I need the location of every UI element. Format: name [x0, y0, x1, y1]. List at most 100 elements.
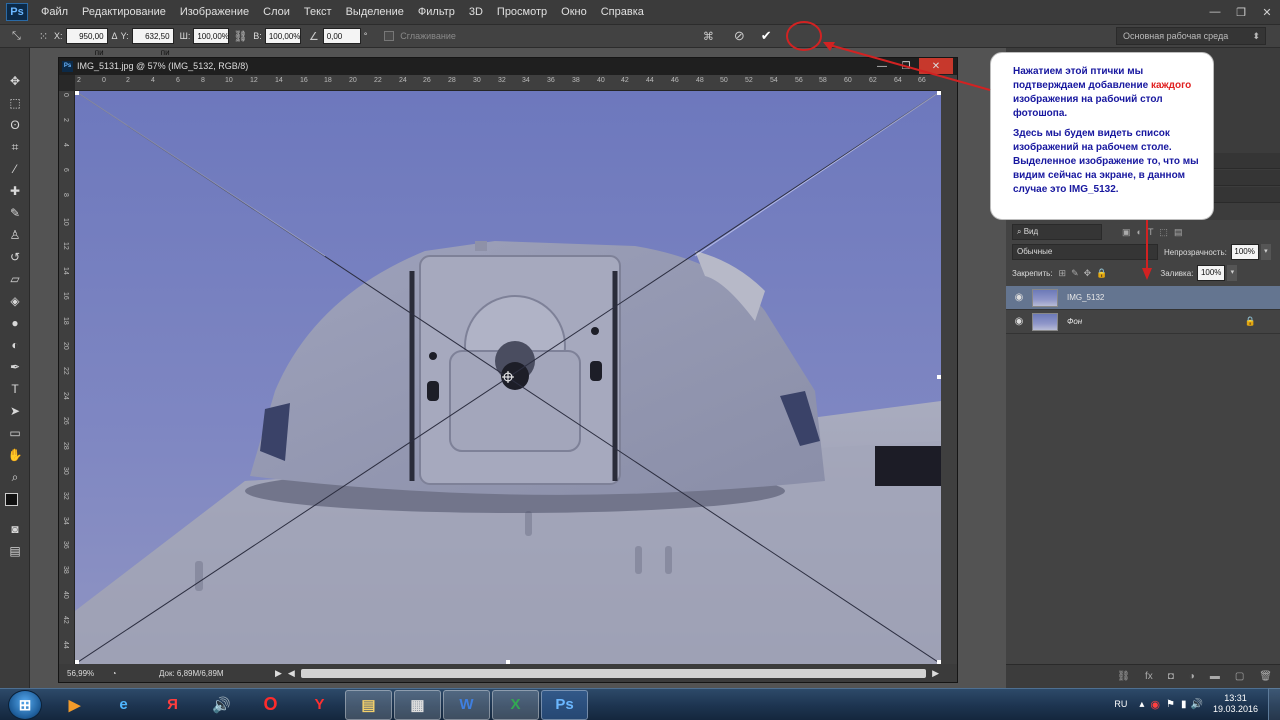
delta-icon[interactable]: Δ — [112, 31, 118, 41]
menu-layers[interactable]: Слои — [256, 0, 297, 24]
vertical-ruler[interactable]: 0 2 4 6 8 10 12 14 16 18 20 22 24 26 28 30 32 34 36 38 40 42 4… — [59, 91, 75, 664]
terminal-icon[interactable]: ▦ — [394, 689, 441, 720]
height-field[interactable]: 100,00% — [264, 28, 301, 44]
eye-icon[interactable]: ◉ — [1006, 316, 1032, 327]
doc-minimize-button[interactable]: — — [871, 58, 893, 74]
media-player-icon[interactable]: ▶ — [51, 690, 98, 720]
network-icon[interactable]: ▮ — [1181, 699, 1187, 710]
new-layer-icon[interactable]: ▢ — [1235, 671, 1244, 682]
shape-tool-icon[interactable]: ▭ — [0, 422, 30, 444]
menu-select[interactable]: Выделение — [339, 0, 411, 24]
fill-chevron-icon[interactable]: ▾ — [1227, 265, 1238, 281]
antivirus-icon[interactable]: ◉ — [1150, 698, 1160, 711]
layer-row-img5132[interactable]: ◉ IMG_5132 — [1006, 286, 1280, 310]
adjustment-layer-icon[interactable]: ◑ — [1189, 671, 1195, 682]
layer-filter-select[interactable]: ⌕ Вид — [1012, 224, 1102, 240]
y-position-field[interactable]: 632,50 пи — [131, 28, 174, 57]
smoothing-checkbox[interactable] — [384, 31, 395, 41]
dodge-tool-icon[interactable]: ◐ — [0, 334, 30, 356]
eyedropper-tool-icon[interactable]: ⁄ — [0, 158, 30, 180]
crop-tool-icon[interactable]: ⌗ — [0, 136, 30, 158]
horizontal-ruler[interactable]: 2 0 2 4 6 8 10 12 14 16 18 20 22 24 26 28 30 32 34 36 38 40 42… — [75, 75, 941, 91]
healing-tool-icon[interactable]: ✚ — [0, 180, 30, 202]
minimize-button[interactable]: — — [1202, 0, 1228, 24]
hand-tool-icon[interactable]: ✋ — [0, 444, 30, 466]
warp-icon[interactable]: ⌘ — [703, 30, 714, 43]
photoshop-icon[interactable]: Ps — [541, 689, 588, 720]
zoom-tool-icon[interactable]: ⌕ — [0, 466, 30, 488]
sound-icon[interactable]: 🔊 — [198, 690, 245, 720]
opera-icon[interactable]: O — [247, 690, 294, 720]
vertical-scrollbar[interactable] — [941, 75, 957, 664]
layer-style-icon[interactable]: fx — [1145, 671, 1153, 682]
volume-icon[interactable]: 🔊 — [1191, 699, 1203, 710]
zoom-level[interactable]: 56,99% — [67, 669, 107, 678]
language-indicator[interactable]: RU — [1114, 699, 1127, 709]
bucket-tool-icon[interactable]: ◈ — [0, 290, 30, 312]
link-icon[interactable]: ⛓ — [233, 30, 247, 43]
history-brush-icon[interactable]: ↺ — [0, 246, 30, 268]
menu-3d[interactable]: 3D — [462, 0, 490, 24]
screen-mode-icon[interactable]: ▤ — [0, 540, 30, 562]
menu-file[interactable]: Файл — [34, 0, 75, 24]
tray-expand-icon[interactable]: ▴ — [1139, 699, 1144, 710]
eye-icon[interactable]: ◉ — [1006, 292, 1032, 303]
excel-icon[interactable]: X — [492, 689, 539, 720]
path-select-icon[interactable]: ➤ — [0, 400, 30, 422]
reference-point-icon[interactable]: ⁙ — [39, 30, 48, 43]
lasso-tool-icon[interactable]: ʘ — [0, 114, 30, 136]
explorer-icon[interactable]: ▤ — [345, 689, 392, 720]
scroll-right-icon[interactable]: ▶ — [932, 668, 939, 679]
opacity-chevron-icon[interactable]: ▾ — [1260, 244, 1271, 260]
move-tool-icon[interactable]: ✥ — [0, 70, 30, 92]
clock[interactable]: 13:31 19.03.2016 — [1213, 693, 1258, 715]
scroll-left-icon[interactable]: ◀ — [288, 668, 295, 679]
trash-icon[interactable]: 🗑 — [1259, 671, 1272, 682]
doc-close-button[interactable]: ✕ — [919, 58, 953, 74]
menu-edit[interactable]: Редактирование — [75, 0, 173, 24]
stamp-tool-icon[interactable]: ♙ — [0, 224, 30, 246]
workspace-select[interactable]: Основная рабочая среда ⬍ — [1116, 27, 1266, 45]
add-mask-icon[interactable]: ◘ — [1168, 671, 1174, 682]
opacity-field[interactable]: 100% — [1230, 244, 1259, 260]
doc-maximize-button[interactable]: ❐ — [895, 58, 917, 74]
status-arrow-icon[interactable]: ▶ — [275, 668, 282, 679]
commit-checkmark-icon[interactable]: ✔ — [761, 28, 772, 44]
menu-image[interactable]: Изображение — [173, 0, 256, 24]
image-canvas[interactable] — [75, 91, 941, 664]
blend-mode-select[interactable]: Обычные — [1012, 244, 1158, 260]
word-icon[interactable]: W — [443, 689, 490, 720]
cancel-transform-icon[interactable]: ⊘ — [734, 28, 745, 44]
close-button[interactable]: ✕ — [1254, 0, 1280, 24]
internet-explorer-icon[interactable]: e — [100, 690, 147, 720]
menu-filter[interactable]: Фильтр — [411, 0, 462, 24]
pen-tool-icon[interactable]: ✒ — [0, 356, 30, 378]
x-position-field[interactable]: 950,00 пи — [65, 28, 108, 57]
eraser-tool-icon[interactable]: ▱ — [0, 268, 30, 290]
link-layers-icon[interactable]: ⛓ — [1117, 671, 1130, 682]
horizontal-scrollbar[interactable] — [300, 668, 927, 678]
flag-icon[interactable]: ⚑ — [1166, 699, 1175, 710]
status-menu-icon[interactable]: ◔ — [107, 669, 121, 678]
width-field[interactable]: 100,00% — [193, 28, 230, 44]
quick-mask-icon[interactable]: ◙ — [0, 518, 30, 540]
lock-icons[interactable]: ⊞✎✥🔒 — [1059, 268, 1113, 279]
menu-help[interactable]: Справка — [594, 0, 651, 24]
menu-window[interactable]: Окно — [554, 0, 594, 24]
layer-row-background[interactable]: ◉ Фон 🔒 — [1006, 310, 1280, 334]
blur-tool-icon[interactable]: ● — [0, 312, 30, 334]
yandex-icon[interactable]: Я — [149, 690, 196, 720]
color-swatches[interactable] — [0, 488, 30, 518]
filter-icons[interactable]: ▣◐T⬚▤ — [1122, 227, 1188, 238]
type-tool-icon[interactable]: T — [0, 378, 30, 400]
marquee-tool-icon[interactable]: ⬚ — [0, 92, 30, 114]
yandex-browser-icon[interactable]: Y — [296, 690, 343, 720]
document-title[interactable]: IMG_5131.jpg @ 57% (IMG_5132, RGB/8) — [59, 58, 957, 75]
brush-tool-icon[interactable]: ✎ — [0, 202, 30, 224]
new-group-icon[interactable]: ▬ — [1210, 671, 1220, 682]
angle-field[interactable]: 0,00 — [322, 28, 361, 44]
start-button[interactable]: ⊞ — [8, 689, 42, 720]
menu-type[interactable]: Текст — [297, 0, 339, 24]
fill-field[interactable]: 100% — [1197, 265, 1226, 281]
maximize-button[interactable]: ❐ — [1228, 0, 1254, 24]
